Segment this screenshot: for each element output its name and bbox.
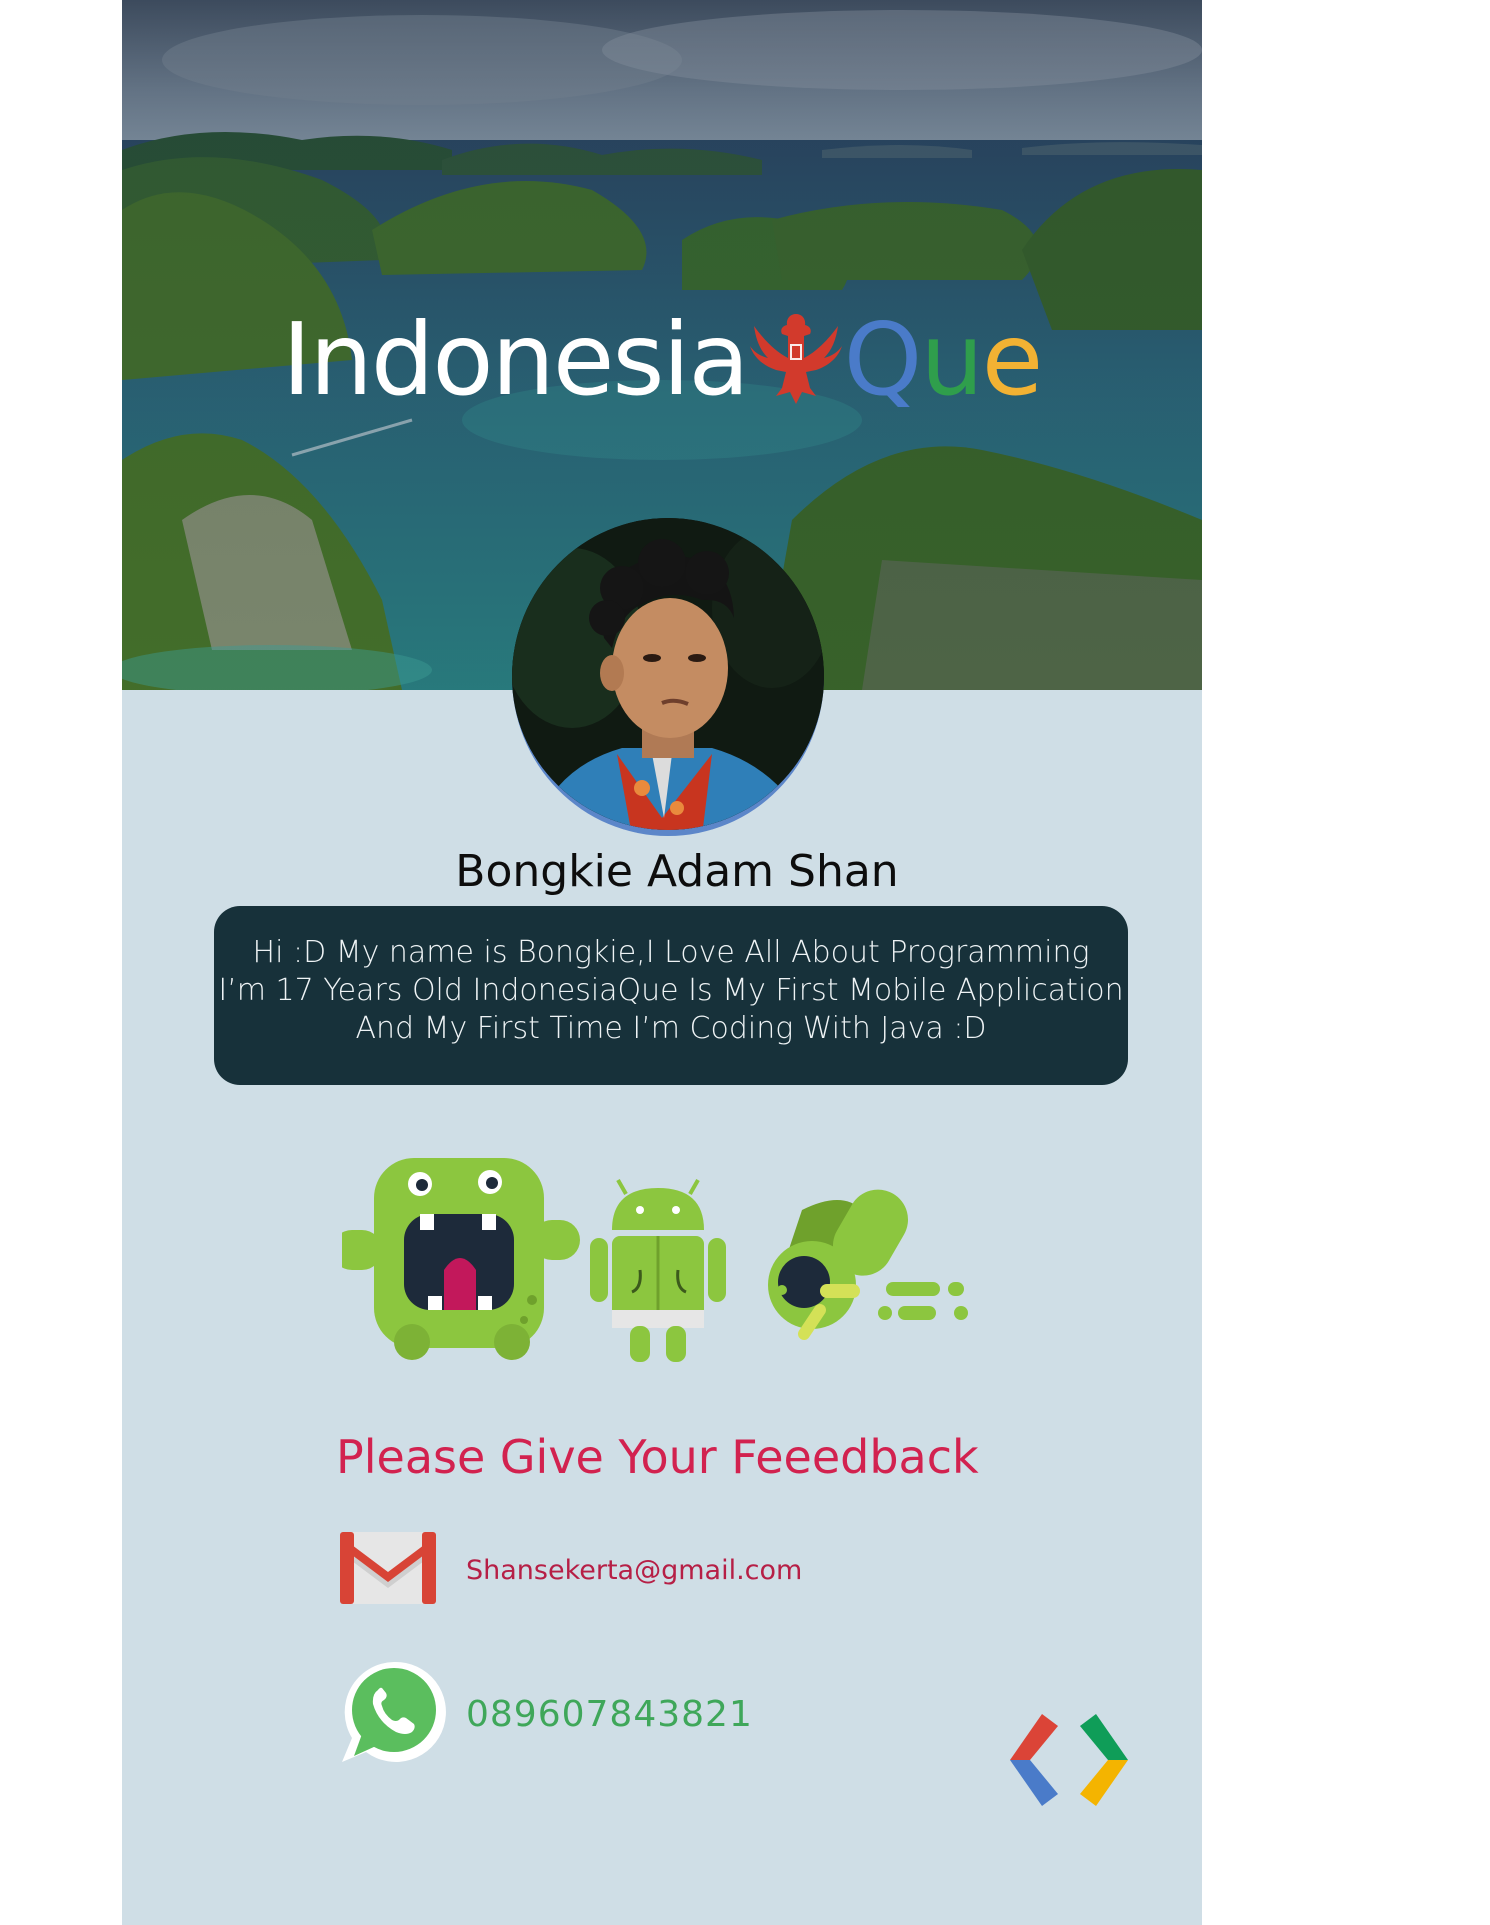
garuda-emblem-icon <box>746 300 846 410</box>
whatsapp-icon <box>342 1660 446 1769</box>
bio-line-1: Hi :D My name is Bongkie,I Love All Abou… <box>252 935 1090 970</box>
android-robot-icon <box>590 1179 726 1362</box>
app-title-part1: Indonesia <box>282 301 750 418</box>
app-title-logo: Indonesia Que <box>282 290 1044 418</box>
email-contact-row[interactable]: Shansekerta@gmail.com <box>340 1532 802 1609</box>
feedback-title: Please Give Your Feeedback <box>336 1430 979 1484</box>
bio-line-3: And My First Time I’m Coding With Java :… <box>355 1011 987 1046</box>
app-title-letter-u: u <box>920 301 983 418</box>
bio-line-2: I’m 17 Years Old IndonesiaQue Is My Firs… <box>218 973 1124 1008</box>
green-monster-icon <box>332 1158 580 1360</box>
green-rocket-creature-icon <box>768 1189 968 1340</box>
app-title-letter-q: Q <box>843 301 923 418</box>
app-title-letter-e: e <box>981 301 1044 418</box>
gmail-icon <box>340 1532 436 1609</box>
about-screen: Indonesia Que Bongkie Adam Shan Hi:D My… <box>122 0 1202 1925</box>
bio-card: Hi :D My name is Bongkie,I Love All Abou… <box>214 906 1128 1085</box>
phone-contact-row[interactable]: 089607843821 <box>342 1660 753 1769</box>
profile-name: Bongkie Adam Shan <box>455 846 899 897</box>
email-link[interactable]: Shansekerta@gmail.com <box>466 1555 802 1586</box>
profile-avatar <box>512 518 824 836</box>
phone-number-link[interactable]: 089607843821 <box>466 1694 753 1735</box>
mascot-illustration <box>332 1150 1132 1375</box>
google-developers-logo-icon <box>1008 1712 1130 1813</box>
